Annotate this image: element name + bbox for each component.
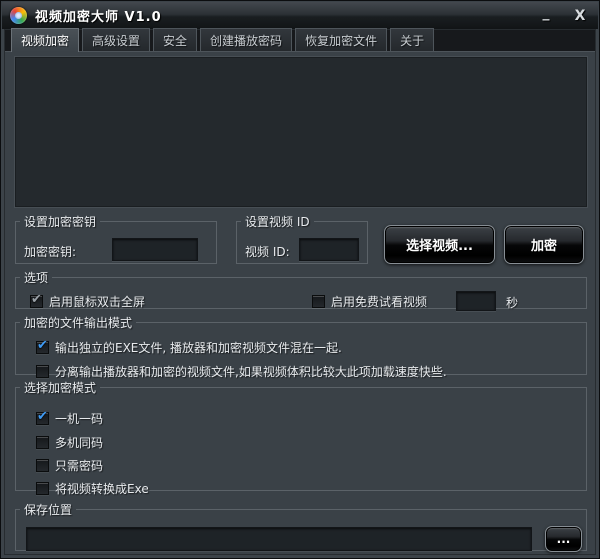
tab-about[interactable]: 关于 — [390, 28, 434, 51]
window-controls: _ X — [536, 6, 590, 26]
trial-checkbox[interactable] — [312, 295, 325, 308]
video-id-group: 设置视频 ID 视频 ID: — [236, 213, 368, 264]
output-separate-checkbox[interactable] — [36, 365, 49, 378]
window-title: 视频加密大师 V1.0 — [35, 6, 162, 25]
mode-one-machine-checkbox[interactable] — [36, 412, 49, 425]
output-exe-checkbox-label: 输出独立的EXE文件, 播放器和加密视频文件混在一起. — [55, 339, 342, 356]
save-path-input[interactable] — [26, 527, 532, 551]
fullscreen-checkbox[interactable] — [30, 295, 43, 308]
output-separate-checkbox-label: 分离输出播放器和加密的视频文件,如果视频体积比较大此项加载速度快些. — [55, 363, 447, 380]
options-group-title: 选项 — [20, 269, 52, 286]
encryption-key-label: 加密密钥: — [24, 243, 76, 260]
video-id-group-title: 设置视频 ID — [241, 213, 314, 230]
tab-advanced-settings[interactable]: 高级设置 — [82, 28, 150, 51]
mode-multi-machine-row[interactable]: 多机同码 — [36, 434, 103, 451]
mode-convert-exe-row[interactable]: 将视频转换成Exe — [36, 480, 149, 497]
output-mode-group-title: 加密的文件输出模式 — [20, 314, 136, 331]
save-location-group-title: 保存位置 — [20, 501, 76, 518]
mode-convert-exe-label: 将视频转换成Exe — [55, 480, 149, 497]
minimize-button[interactable]: _ — [536, 3, 556, 23]
mode-one-machine-row[interactable]: 一机一码 — [36, 410, 103, 427]
output-exe-checkbox-row[interactable]: 输出独立的EXE文件, 播放器和加密视频文件混在一起. — [36, 339, 342, 356]
encryption-key-group: 设置加密密钥 加密密钥: — [15, 213, 217, 264]
mode-convert-exe-checkbox[interactable] — [36, 482, 49, 495]
browse-button[interactable]: ... — [545, 526, 582, 552]
mode-password-only-row[interactable]: 只需密码 — [36, 457, 103, 474]
fullscreen-checkbox-label: 启用鼠标双击全屏 — [49, 293, 145, 310]
tab-video-encrypt[interactable]: 视频加密 — [11, 28, 79, 52]
encrypt-mode-group: 选择加密模式 一机一码 多机同码 只需密码 将视频转换成Exe — [15, 379, 587, 491]
seconds-label: 秒 — [506, 294, 518, 311]
trial-seconds-input[interactable] — [456, 291, 496, 311]
client-area: 视频加密 高级设置 安全 创建播放密码 恢复加密文件 关于 设置加密密钥 加密密… — [4, 29, 596, 555]
title-bar: 视频加密大师 V1.0 _ X — [2, 2, 598, 29]
encrypt-button[interactable]: 加密 — [504, 225, 584, 264]
video-id-input[interactable] — [299, 238, 359, 261]
video-preview-panel — [15, 57, 587, 207]
app-logo-icon — [10, 7, 27, 24]
app-window: 视频加密大师 V1.0 _ X 视频加密 高级设置 安全 创建播放密码 恢复加密… — [0, 0, 600, 559]
tab-restore-encrypted-file[interactable]: 恢复加密文件 — [295, 28, 387, 51]
save-location-group: 保存位置 ... — [15, 501, 587, 551]
trial-checkbox-row[interactable]: 启用免费试看视频 — [312, 293, 427, 310]
output-separate-checkbox-row[interactable]: 分离输出播放器和加密的视频文件,如果视频体积比较大此项加载速度快些. — [36, 363, 447, 380]
output-mode-group: 加密的文件输出模式 输出独立的EXE文件, 播放器和加密视频文件混在一起. 分离… — [15, 314, 587, 375]
mode-password-only-label: 只需密码 — [55, 457, 103, 474]
select-video-button[interactable]: 选择视频... — [384, 225, 495, 264]
tab-bar: 视频加密 高级设置 安全 创建播放密码 恢复加密文件 关于 — [5, 30, 595, 52]
encrypt-mode-group-title: 选择加密模式 — [20, 379, 100, 396]
mode-multi-machine-checkbox[interactable] — [36, 436, 49, 449]
close-button[interactable]: X — [570, 6, 590, 26]
fullscreen-checkbox-row[interactable]: 启用鼠标双击全屏 — [30, 293, 145, 310]
options-group: 选项 启用鼠标双击全屏 启用免费试看视频 秒 — [15, 269, 587, 309]
tab-panel-video-encrypt: 设置加密密钥 加密密钥: 设置视频 ID 视频 ID: 选择视频... 加密 选… — [5, 53, 595, 554]
trial-checkbox-label: 启用免费试看视频 — [331, 293, 427, 310]
encryption-key-group-title: 设置加密密钥 — [20, 213, 100, 230]
tab-security[interactable]: 安全 — [153, 28, 197, 51]
tab-create-play-password[interactable]: 创建播放密码 — [200, 28, 292, 51]
mode-password-only-checkbox[interactable] — [36, 459, 49, 472]
mode-one-machine-label: 一机一码 — [55, 410, 103, 427]
video-id-label: 视频 ID: — [245, 243, 290, 260]
encryption-key-input[interactable] — [112, 238, 198, 261]
mode-multi-machine-label: 多机同码 — [55, 434, 103, 451]
output-exe-checkbox[interactable] — [36, 341, 49, 354]
